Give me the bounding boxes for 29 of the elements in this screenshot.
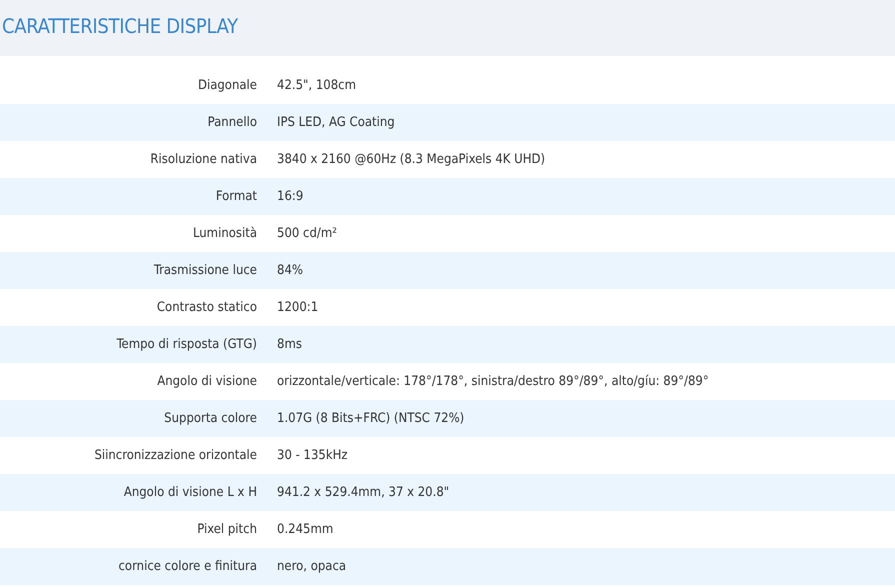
spec-value: 84% bbox=[277, 263, 303, 278]
spec-value: 1.07G (8 Bits+FRC) (NTSC 72%) bbox=[277, 411, 464, 426]
spec-label: Contrasto statico bbox=[156, 300, 257, 315]
spec-value: 500 cd/m² bbox=[277, 226, 337, 241]
spec-value: orizzontale/verticale: 178°/178°, sinistra/destro 89°/89°, alto/gíu: 89°/89° bbox=[277, 374, 709, 389]
spec-value: 8ms bbox=[277, 337, 302, 352]
spec-value: 941.2 x 529.4mm, 37 x 20.8" bbox=[277, 485, 450, 500]
spec-label: Luminosità bbox=[192, 226, 257, 241]
spec-label: Format bbox=[214, 189, 257, 204]
spec-label: Supporta colore bbox=[163, 411, 257, 426]
spec-label: Diagonale bbox=[196, 78, 257, 93]
spec-label: Angolo di visione L x H bbox=[122, 485, 257, 500]
spec-label: Tempo di risposta (GTG) bbox=[116, 337, 257, 352]
spec-value: nero, opaca bbox=[277, 559, 346, 574]
spec-label: Siincronizzazione orizontale bbox=[93, 448, 257, 463]
spec-label: Pannello bbox=[206, 115, 257, 130]
spec-label: cornice colore e finitura bbox=[118, 559, 257, 574]
spec-label: Pixel pitch bbox=[196, 522, 257, 537]
spec-value: 1200:1 bbox=[277, 300, 318, 315]
section-title: CARATTERISTICHE DISPLAY bbox=[2, 14, 238, 40]
spec-value: IPS LED, AG Coating bbox=[277, 115, 395, 130]
spec-label: Trasmissione luce bbox=[152, 263, 257, 278]
spec-label: Angolo di visione bbox=[156, 374, 257, 389]
spec-label: Risoluzione nativa bbox=[149, 152, 257, 167]
spec-value: 30 - 135kHz bbox=[277, 448, 348, 463]
spec-value: 42.5", 108cm bbox=[277, 78, 356, 93]
spec-value: 3840 x 2160 @60Hz (8.3 MegaPixels 4K UHD) bbox=[277, 152, 546, 167]
spec-value: 0.245mm bbox=[277, 522, 334, 537]
spec-value: 16:9 bbox=[277, 189, 304, 204]
